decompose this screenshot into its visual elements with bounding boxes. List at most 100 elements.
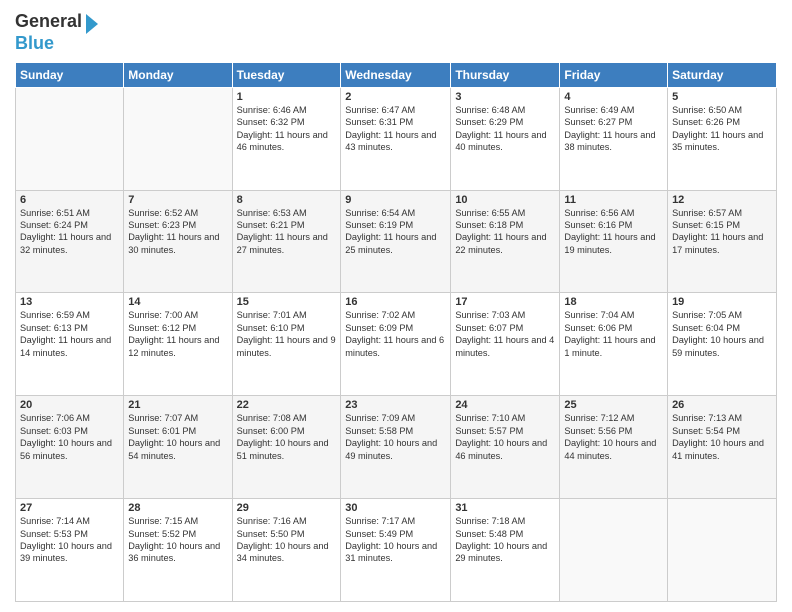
- day-info: Sunrise: 6:59 AM Sunset: 6:13 PM Dayligh…: [20, 309, 119, 359]
- day-number: 23: [345, 399, 446, 411]
- day-info: Sunrise: 7:10 AM Sunset: 5:57 PM Dayligh…: [455, 412, 555, 462]
- calendar-cell: 17Sunrise: 7:03 AM Sunset: 6:07 PM Dayli…: [451, 293, 560, 396]
- calendar-cell: 10Sunrise: 6:55 AM Sunset: 6:18 PM Dayli…: [451, 190, 560, 293]
- day-info: Sunrise: 6:50 AM Sunset: 6:26 PM Dayligh…: [672, 104, 772, 154]
- day-info: Sunrise: 7:07 AM Sunset: 6:01 PM Dayligh…: [128, 412, 227, 462]
- day-number: 20: [20, 399, 119, 411]
- day-number: 22: [237, 399, 337, 411]
- col-header-sunday: Sunday: [16, 62, 124, 87]
- day-info: Sunrise: 7:02 AM Sunset: 6:09 PM Dayligh…: [345, 309, 446, 359]
- calendar-week-row: 20Sunrise: 7:06 AM Sunset: 6:03 PM Dayli…: [16, 396, 777, 499]
- calendar-cell: 18Sunrise: 7:04 AM Sunset: 6:06 PM Dayli…: [560, 293, 668, 396]
- calendar-cell: 22Sunrise: 7:08 AM Sunset: 6:00 PM Dayli…: [232, 396, 341, 499]
- calendar-table: SundayMondayTuesdayWednesdayThursdayFrid…: [15, 62, 777, 602]
- calendar-cell: 31Sunrise: 7:18 AM Sunset: 5:48 PM Dayli…: [451, 499, 560, 602]
- day-info: Sunrise: 7:14 AM Sunset: 5:53 PM Dayligh…: [20, 515, 119, 565]
- col-header-monday: Monday: [124, 62, 232, 87]
- day-info: Sunrise: 7:06 AM Sunset: 6:03 PM Dayligh…: [20, 412, 119, 462]
- header: General Blue: [15, 10, 777, 54]
- day-info: Sunrise: 6:53 AM Sunset: 6:21 PM Dayligh…: [237, 207, 337, 257]
- day-number: 14: [128, 296, 227, 308]
- day-number: 1: [237, 91, 337, 103]
- day-number: 8: [237, 194, 337, 206]
- day-number: 27: [20, 502, 119, 514]
- logo: General Blue: [15, 10, 98, 54]
- day-number: 12: [672, 194, 772, 206]
- day-info: Sunrise: 6:49 AM Sunset: 6:27 PM Dayligh…: [564, 104, 663, 154]
- calendar-cell: 13Sunrise: 6:59 AM Sunset: 6:13 PM Dayli…: [16, 293, 124, 396]
- calendar-cell: [124, 87, 232, 190]
- col-header-tuesday: Tuesday: [232, 62, 341, 87]
- logo-triangle-icon: [86, 14, 98, 34]
- day-number: 26: [672, 399, 772, 411]
- calendar-week-row: 13Sunrise: 6:59 AM Sunset: 6:13 PM Dayli…: [16, 293, 777, 396]
- calendar-cell: 19Sunrise: 7:05 AM Sunset: 6:04 PM Dayli…: [668, 293, 777, 396]
- day-number: 21: [128, 399, 227, 411]
- calendar-cell: 20Sunrise: 7:06 AM Sunset: 6:03 PM Dayli…: [16, 396, 124, 499]
- calendar-cell: 28Sunrise: 7:15 AM Sunset: 5:52 PM Dayli…: [124, 499, 232, 602]
- calendar-week-row: 27Sunrise: 7:14 AM Sunset: 5:53 PM Dayli…: [16, 499, 777, 602]
- day-number: 6: [20, 194, 119, 206]
- calendar-week-row: 6Sunrise: 6:51 AM Sunset: 6:24 PM Daylig…: [16, 190, 777, 293]
- day-number: 16: [345, 296, 446, 308]
- day-info: Sunrise: 7:01 AM Sunset: 6:10 PM Dayligh…: [237, 309, 337, 359]
- calendar-cell: 27Sunrise: 7:14 AM Sunset: 5:53 PM Dayli…: [16, 499, 124, 602]
- day-number: 4: [564, 91, 663, 103]
- day-info: Sunrise: 6:48 AM Sunset: 6:29 PM Dayligh…: [455, 104, 555, 154]
- calendar-week-row: 1Sunrise: 6:46 AM Sunset: 6:32 PM Daylig…: [16, 87, 777, 190]
- day-number: 3: [455, 91, 555, 103]
- day-info: Sunrise: 7:08 AM Sunset: 6:00 PM Dayligh…: [237, 412, 337, 462]
- day-info: Sunrise: 6:56 AM Sunset: 6:16 PM Dayligh…: [564, 207, 663, 257]
- day-info: Sunrise: 6:47 AM Sunset: 6:31 PM Dayligh…: [345, 104, 446, 154]
- day-info: Sunrise: 7:05 AM Sunset: 6:04 PM Dayligh…: [672, 309, 772, 359]
- day-info: Sunrise: 6:57 AM Sunset: 6:15 PM Dayligh…: [672, 207, 772, 257]
- calendar-cell: 21Sunrise: 7:07 AM Sunset: 6:01 PM Dayli…: [124, 396, 232, 499]
- day-info: Sunrise: 7:15 AM Sunset: 5:52 PM Dayligh…: [128, 515, 227, 565]
- calendar-cell: 8Sunrise: 6:53 AM Sunset: 6:21 PM Daylig…: [232, 190, 341, 293]
- calendar-cell: 9Sunrise: 6:54 AM Sunset: 6:19 PM Daylig…: [341, 190, 451, 293]
- calendar-cell: 14Sunrise: 7:00 AM Sunset: 6:12 PM Dayli…: [124, 293, 232, 396]
- day-info: Sunrise: 7:17 AM Sunset: 5:49 PM Dayligh…: [345, 515, 446, 565]
- day-number: 5: [672, 91, 772, 103]
- day-number: 30: [345, 502, 446, 514]
- calendar-cell: 25Sunrise: 7:12 AM Sunset: 5:56 PM Dayli…: [560, 396, 668, 499]
- col-header-wednesday: Wednesday: [341, 62, 451, 87]
- day-info: Sunrise: 7:00 AM Sunset: 6:12 PM Dayligh…: [128, 309, 227, 359]
- day-info: Sunrise: 7:04 AM Sunset: 6:06 PM Dayligh…: [564, 309, 663, 359]
- calendar-cell: [668, 499, 777, 602]
- calendar-cell: 12Sunrise: 6:57 AM Sunset: 6:15 PM Dayli…: [668, 190, 777, 293]
- page: General Blue SundayMondayTuesdayWednesda…: [0, 0, 792, 612]
- day-number: 13: [20, 296, 119, 308]
- logo-blue: Blue: [15, 34, 98, 54]
- calendar-cell: [560, 499, 668, 602]
- calendar-cell: 16Sunrise: 7:02 AM Sunset: 6:09 PM Dayli…: [341, 293, 451, 396]
- day-info: Sunrise: 7:13 AM Sunset: 5:54 PM Dayligh…: [672, 412, 772, 462]
- calendar-cell: 24Sunrise: 7:10 AM Sunset: 5:57 PM Dayli…: [451, 396, 560, 499]
- day-info: Sunrise: 7:09 AM Sunset: 5:58 PM Dayligh…: [345, 412, 446, 462]
- day-number: 18: [564, 296, 663, 308]
- day-number: 7: [128, 194, 227, 206]
- calendar-cell: 26Sunrise: 7:13 AM Sunset: 5:54 PM Dayli…: [668, 396, 777, 499]
- day-number: 19: [672, 296, 772, 308]
- day-number: 15: [237, 296, 337, 308]
- col-header-friday: Friday: [560, 62, 668, 87]
- day-info: Sunrise: 6:52 AM Sunset: 6:23 PM Dayligh…: [128, 207, 227, 257]
- calendar-cell: 30Sunrise: 7:17 AM Sunset: 5:49 PM Dayli…: [341, 499, 451, 602]
- day-info: Sunrise: 7:12 AM Sunset: 5:56 PM Dayligh…: [564, 412, 663, 462]
- day-number: 17: [455, 296, 555, 308]
- calendar-cell: 3Sunrise: 6:48 AM Sunset: 6:29 PM Daylig…: [451, 87, 560, 190]
- day-info: Sunrise: 6:55 AM Sunset: 6:18 PM Dayligh…: [455, 207, 555, 257]
- day-number: 29: [237, 502, 337, 514]
- calendar-cell: 2Sunrise: 6:47 AM Sunset: 6:31 PM Daylig…: [341, 87, 451, 190]
- day-number: 25: [564, 399, 663, 411]
- day-number: 2: [345, 91, 446, 103]
- calendar-cell: 29Sunrise: 7:16 AM Sunset: 5:50 PM Dayli…: [232, 499, 341, 602]
- calendar-cell: 7Sunrise: 6:52 AM Sunset: 6:23 PM Daylig…: [124, 190, 232, 293]
- col-header-saturday: Saturday: [668, 62, 777, 87]
- day-number: 24: [455, 399, 555, 411]
- day-number: 31: [455, 502, 555, 514]
- day-info: Sunrise: 7:18 AM Sunset: 5:48 PM Dayligh…: [455, 515, 555, 565]
- day-number: 9: [345, 194, 446, 206]
- day-number: 10: [455, 194, 555, 206]
- calendar-cell: 23Sunrise: 7:09 AM Sunset: 5:58 PM Dayli…: [341, 396, 451, 499]
